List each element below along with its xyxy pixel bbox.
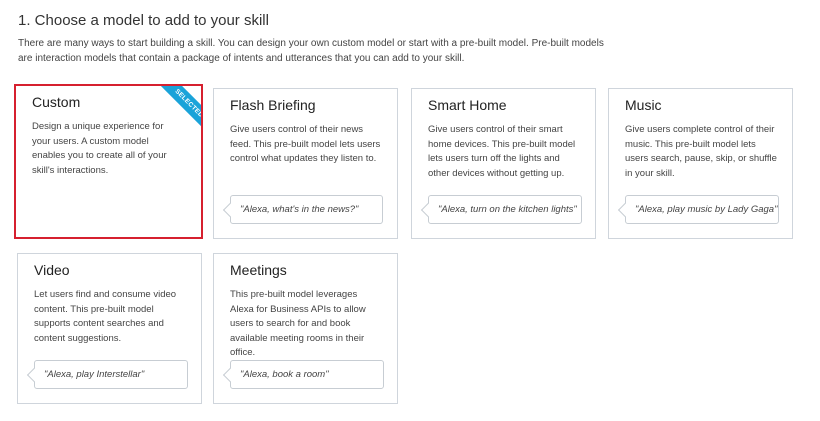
model-card-description: Give users control of their news feed. T… — [230, 124, 381, 165]
model-card-meetings[interactable]: Meetings This pre-built model leverages … — [213, 253, 398, 404]
model-card-title: Custom — [32, 94, 81, 110]
model-card-title: Flash Briefing — [230, 97, 316, 113]
model-card-description: Let users find and consume video content… — [34, 289, 177, 344]
model-card-smart-home[interactable]: Smart Home Give users control of their s… — [411, 88, 596, 239]
model-card-title: Video — [34, 262, 70, 278]
model-card-title: Music — [625, 97, 662, 113]
model-card-description: This pre-built model leverages Alexa for… — [230, 289, 366, 359]
model-card-custom[interactable]: Custom Design a unique experience for yo… — [14, 84, 203, 239]
model-card-description: Give users control of their smart home d… — [428, 124, 576, 179]
model-card-video[interactable]: Video Let users find and consume video c… — [17, 253, 202, 404]
example-utterance: "Alexa, turn on the kitchen lights" — [428, 195, 582, 224]
example-utterance: "Alexa, book a room" — [230, 360, 384, 389]
example-utterance: "Alexa, what's in the news?" — [230, 195, 383, 224]
example-utterance: "Alexa, play Interstellar" — [34, 360, 188, 389]
model-card-flash-briefing[interactable]: Flash Briefing Give users control of the… — [213, 88, 398, 239]
model-card-title: Smart Home — [428, 97, 507, 113]
selected-badge-label: SELECTED — [155, 86, 201, 132]
model-card-title: Meetings — [230, 262, 287, 278]
section-title: 1. Choose a model to add to your skill — [18, 12, 269, 29]
example-utterance: "Alexa, play music by Lady Gaga" — [625, 195, 779, 224]
section-description: There are many ways to start building a … — [18, 38, 604, 64]
model-card-description: Give users complete control of their mus… — [625, 124, 777, 179]
model-card-music[interactable]: Music Give users complete control of the… — [608, 88, 793, 239]
selected-badge: SELECTED — [155, 86, 201, 132]
